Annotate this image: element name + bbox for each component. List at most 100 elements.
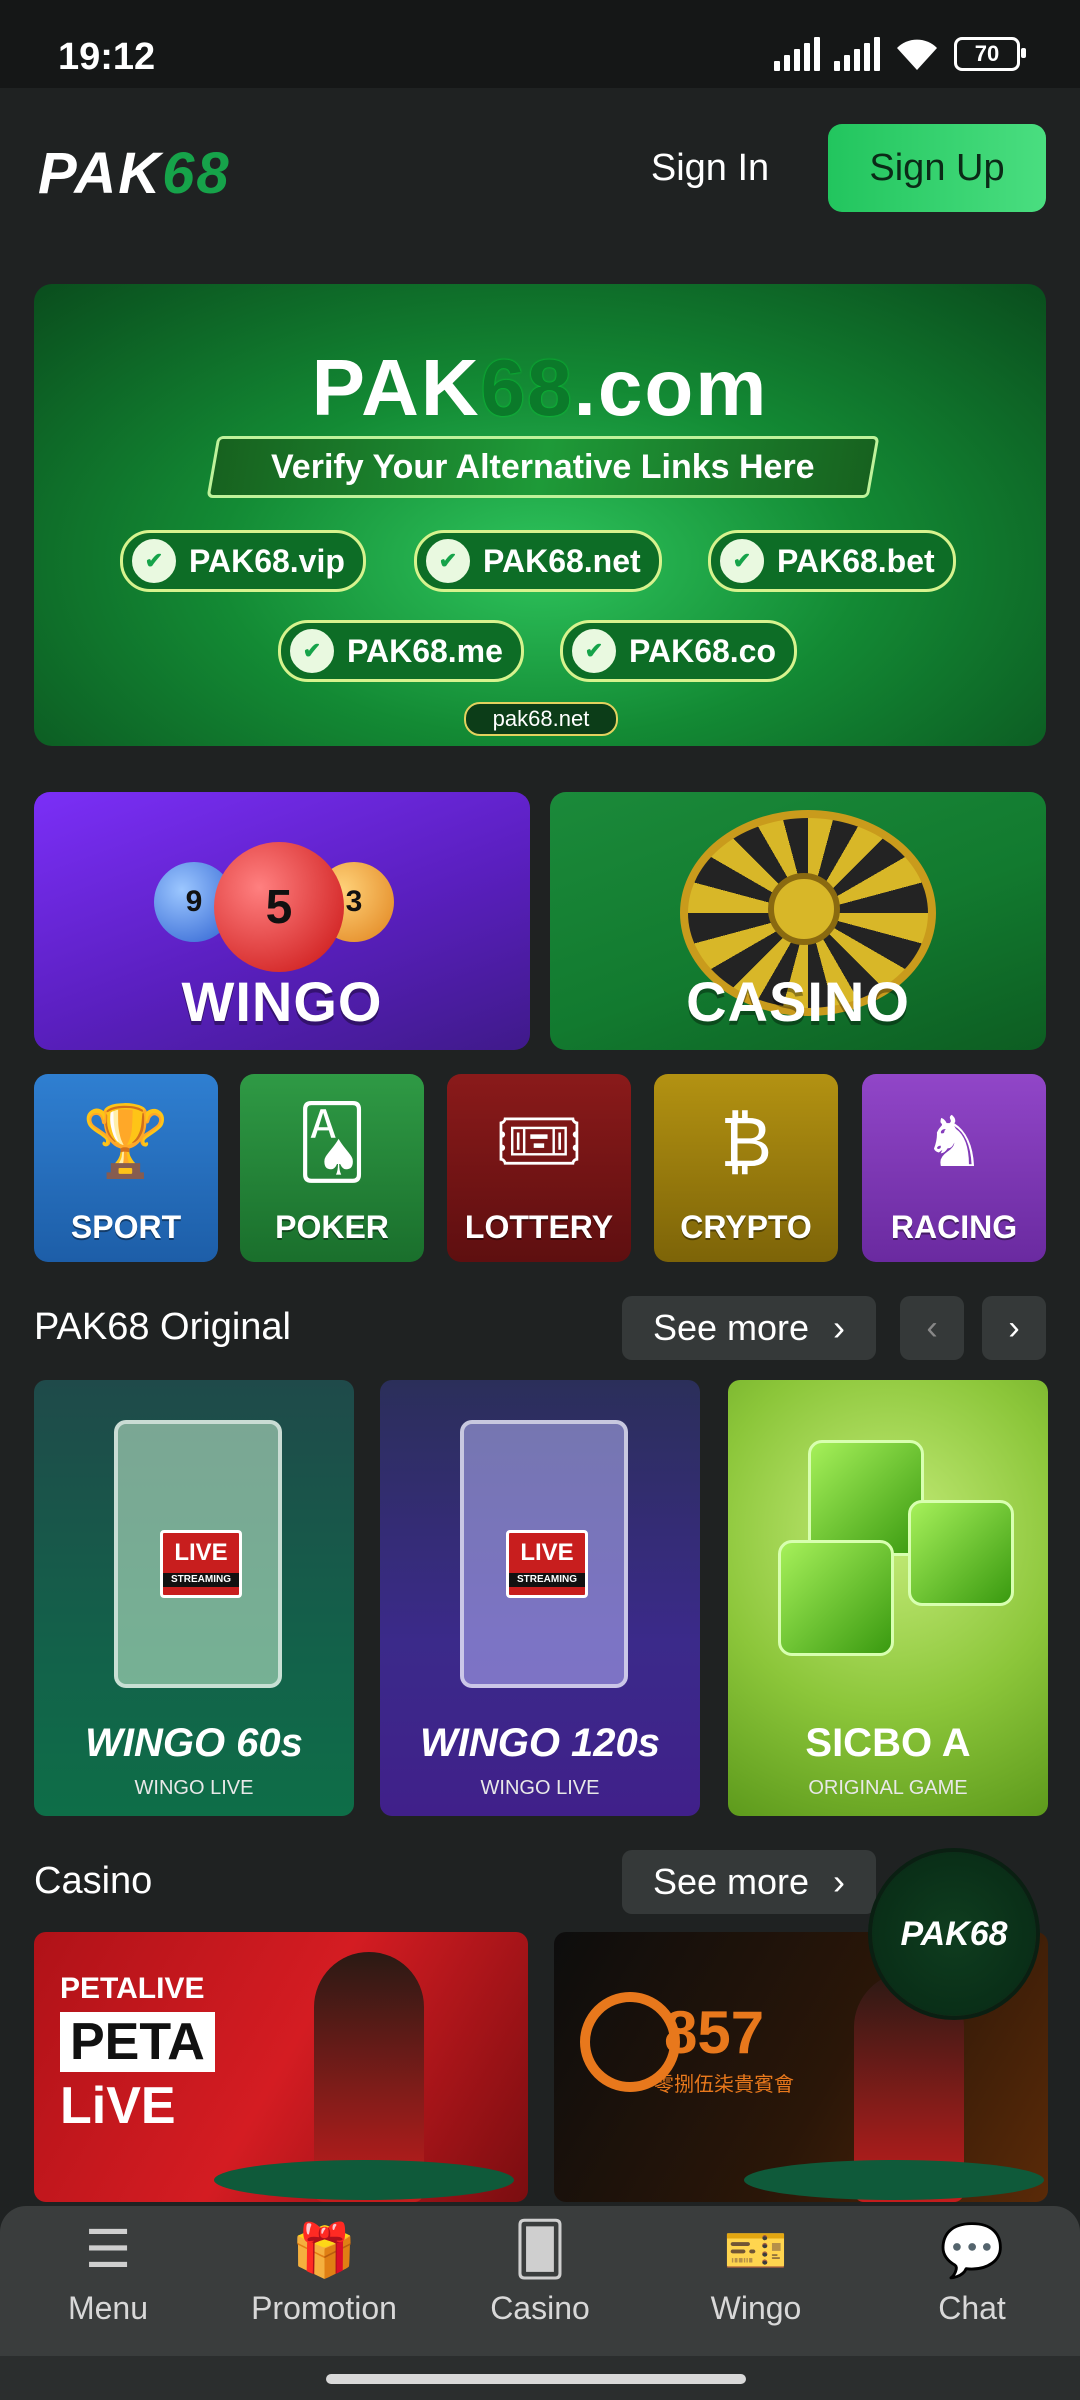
- category-tile-casino[interactable]: CASINO: [550, 792, 1046, 1050]
- nav-label: Promotion: [251, 2290, 397, 2326]
- game-name: WINGO 120s: [419, 1721, 661, 1765]
- banner-title-mid: 68: [480, 343, 574, 432]
- banner-subtitle-text: Verify Your Alternative Links Here: [271, 448, 815, 486]
- category-tile-racing[interactable]: ♞ RACING: [862, 1074, 1046, 1262]
- lottery-machine-icon: LIVE STREAMING: [114, 1420, 282, 1688]
- category-label: WINGO: [181, 970, 383, 1033]
- game-subtitle: ORIGINAL GAME: [808, 1777, 968, 1799]
- shield-check-icon: ✔: [717, 536, 767, 586]
- floating-logo-button[interactable]: PAK68: [872, 1852, 1036, 2016]
- link-pill[interactable]: ✔ PAK68.me: [278, 620, 524, 682]
- link-pill-label: PAK68.co: [629, 632, 777, 669]
- nav-item-menu[interactable]: ☰ Menu: [0, 2206, 216, 2356]
- lottery-machine-icon: LIVE STREAMING: [460, 1420, 628, 1688]
- status-icons: 70: [774, 36, 1026, 72]
- link-pill[interactable]: ✔ PAK68.co: [560, 620, 798, 682]
- top-header: PAK68 Sign In Sign Up: [0, 88, 1080, 248]
- casino-tile-petalive[interactable]: PETALIVE PETA LiVE: [34, 1932, 528, 2202]
- sign-up-button[interactable]: Sign Up: [828, 124, 1046, 212]
- provider-name-top: PETALIVE: [60, 1972, 205, 2005]
- category-label: POKER: [275, 1209, 389, 1245]
- game-name: WINGO 60s: [85, 1721, 303, 1765]
- banner-subtitle: Verify Your Alternative Links Here: [206, 436, 880, 498]
- category-label: RACING: [890, 1209, 1018, 1245]
- nav-label: Chat: [938, 2290, 1006, 2326]
- category-label: CRYPTO: [680, 1209, 812, 1245]
- link-pill-label: PAK68.bet: [777, 542, 935, 579]
- carousel-prev-button[interactable]: ‹: [900, 1296, 964, 1360]
- nav-item-wingo[interactable]: 🎫 Wingo: [648, 2206, 864, 2356]
- nav-item-promotion[interactable]: 🎁 Promotion: [216, 2206, 432, 2356]
- battery-icon: 70: [954, 37, 1026, 71]
- bottom-navigation: ☰ Menu 🎁 Promotion 🂠 Casino 🎫 Wingo 💬 Ch…: [0, 2206, 1080, 2356]
- chevron-right-icon: ›: [833, 1861, 846, 1902]
- game-tile-wingo-60s[interactable]: LIVE STREAMING WINGO 60s WINGO LIVE: [34, 1380, 354, 1816]
- logo-text-right: 68: [162, 141, 231, 206]
- nav-item-casino[interactable]: 🂠 Casino: [432, 2206, 648, 2356]
- banner-title-left: PAK: [311, 343, 481, 432]
- section-title-original: PAK68 Original: [34, 1306, 291, 1348]
- game-tile-wingo-120s[interactable]: LIVE STREAMING WINGO 120s WINGO LIVE: [380, 1380, 700, 1816]
- streaming-text: STREAMING: [509, 1573, 585, 1587]
- shield-check-icon: ✔: [287, 626, 337, 676]
- category-tile-sport[interactable]: 🏆 SPORT: [34, 1074, 218, 1262]
- ticket-icon: 🎫: [723, 2221, 789, 2280]
- lottery-balls-icon: 9 3 5: [154, 832, 404, 982]
- shield-check-icon: ✔: [129, 536, 179, 586]
- nav-label: Menu: [67, 2290, 149, 2326]
- horse-icon: ♞: [922, 1103, 986, 1181]
- home-indicator[interactable]: [326, 2374, 746, 2384]
- see-more-button[interactable]: See more ›: [622, 1850, 876, 1914]
- section-title-casino: Casino: [34, 1860, 153, 1902]
- category-tile-wingo[interactable]: 9 3 5 WINGO: [34, 792, 530, 1050]
- provider-logo-sub: LiVE: [60, 2077, 176, 2135]
- chat-icon: 💬: [939, 2221, 1005, 2280]
- cards-icon: 🂠: [513, 2221, 567, 2279]
- category-label: SPORT: [70, 1209, 182, 1245]
- trophy-icon: 🏆: [82, 1102, 170, 1180]
- sign-in-button[interactable]: Sign In: [620, 124, 800, 212]
- link-pill[interactable]: ✔ PAK68.net: [414, 530, 662, 592]
- bitcoin-icon: ₿: [720, 1103, 772, 1181]
- banner-title-right: .com: [573, 343, 769, 432]
- category-label: LOTTERY: [464, 1209, 614, 1245]
- link-pill[interactable]: ✔ PAK68.bet: [708, 530, 956, 592]
- shield-check-icon: ✔: [569, 626, 619, 676]
- fab-label: PAK68: [900, 1914, 1008, 1953]
- provider-logo-main: 857: [664, 1999, 765, 2066]
- table-image: [214, 2160, 514, 2200]
- banner-footer-url: pak68.net: [464, 702, 618, 736]
- game-subtitle: WINGO LIVE: [480, 1777, 600, 1799]
- nav-label: Casino: [490, 2290, 590, 2326]
- link-pill-label: PAK68.net: [483, 542, 641, 579]
- streaming-text: STREAMING: [163, 1573, 239, 1587]
- gift-icon: 🎁: [291, 2221, 357, 2280]
- nav-item-chat[interactable]: 💬 Chat: [864, 2206, 1080, 2356]
- signal-icon: [774, 37, 820, 71]
- live-badge: LIVE STREAMING: [160, 1530, 242, 1598]
- category-label: CASINO: [686, 970, 910, 1033]
- see-more-button[interactable]: See more ›: [622, 1296, 876, 1360]
- category-tile-lottery[interactable]: 🎟 LOTTERY: [447, 1074, 631, 1262]
- link-pill-label: PAK68.vip: [189, 542, 345, 579]
- link-pill[interactable]: ✔ PAK68.vip: [120, 530, 366, 592]
- game-subtitle: WINGO LIVE: [134, 1777, 254, 1799]
- status-time: 19:12: [58, 36, 156, 78]
- shield-check-icon: ✔: [423, 536, 473, 586]
- banner-title: PAK68.com: [34, 342, 1046, 434]
- cards-icon: 🂡: [296, 1103, 368, 1181]
- ticket-icon: 🎟: [494, 1102, 584, 1180]
- provider-logo-sub: 零捌伍柒貴賓會: [654, 2074, 794, 2096]
- see-more-label: See more: [652, 1307, 810, 1348]
- table-image: [744, 2160, 1044, 2200]
- carousel-next-button[interactable]: ›: [982, 1296, 1046, 1360]
- logo-text-left: PAK: [38, 141, 163, 206]
- brand-logo[interactable]: PAK68: [38, 140, 231, 207]
- chevron-left-icon: ‹: [926, 1308, 938, 1347]
- see-more-label: See more: [652, 1861, 810, 1902]
- status-bar: 19:12 70: [0, 0, 1080, 88]
- category-tile-poker[interactable]: 🂡 POKER: [240, 1074, 424, 1262]
- category-tile-crypto[interactable]: ₿ CRYPTO: [654, 1074, 838, 1262]
- promo-banner[interactable]: PAK68.com Verify Your Alternative Links …: [34, 284, 1046, 746]
- game-tile-sicbo-a[interactable]: SICBO A ORIGINAL GAME: [728, 1380, 1048, 1816]
